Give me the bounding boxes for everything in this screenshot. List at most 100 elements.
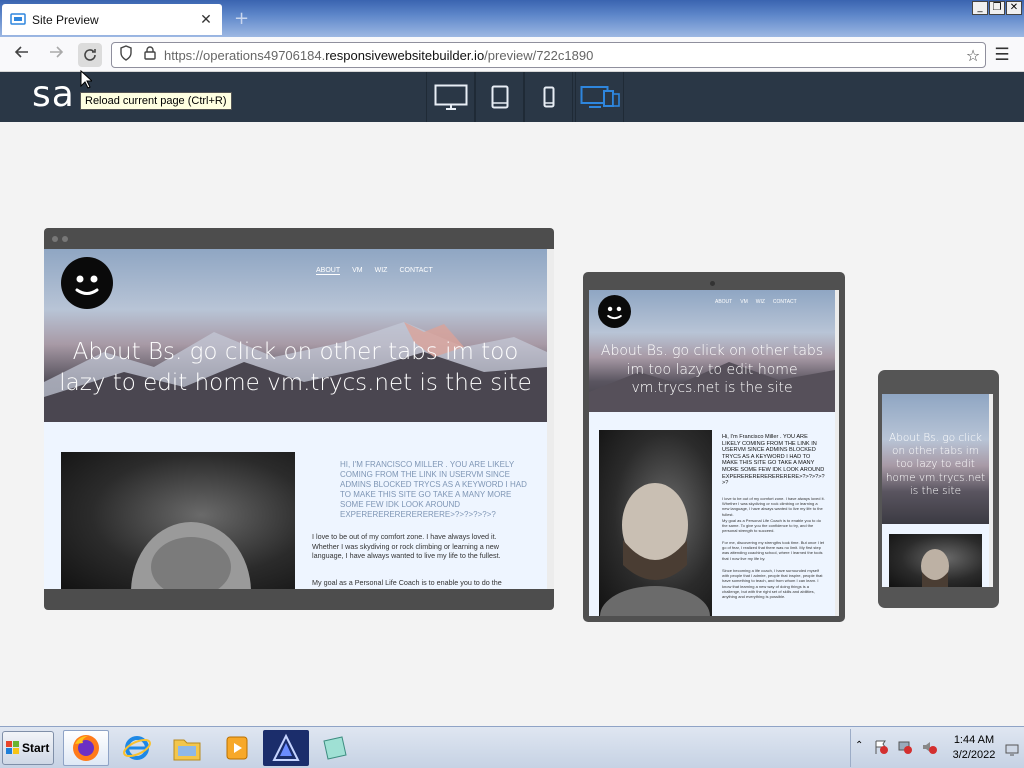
- network-icon[interactable]: [897, 739, 913, 759]
- tab-title: Site Preview: [32, 12, 99, 27]
- new-tab-icon[interactable]: +: [234, 8, 249, 29]
- url-text[interactable]: https://operations49706184.responsiveweb…: [164, 48, 961, 63]
- all-devices-icon: [580, 86, 620, 108]
- phone-site-hero: ​ About Bs. go click on other tabs im to…: [882, 394, 989, 524]
- phone-scrollbar[interactable]: [989, 394, 993, 587]
- tablet-device-frame: About VM Wiz Contact About Bs. go click …: [583, 272, 845, 622]
- site-nav-contact[interactable]: Contact: [399, 267, 432, 275]
- window-close-icon[interactable]: ✕: [1006, 1, 1022, 15]
- desktop-screen[interactable]: About VM Wiz Contact About Bs. go click …: [44, 249, 547, 589]
- paragraph-2: My goal as a Personal Life Coach is to e…: [312, 578, 502, 589]
- site-nav-vm[interactable]: VM: [352, 267, 363, 275]
- folder-icon: [173, 739, 201, 761]
- url-path: /preview/722c1890: [484, 47, 594, 63]
- url-domain: responsivewebsitebuilder.io: [325, 47, 485, 63]
- clock-time: 1:44 AM: [953, 734, 995, 746]
- hero-title: About Bs. go click on other tabs im too …: [885, 432, 986, 497]
- profile-photo: [889, 534, 982, 587]
- taskbar-file-explorer[interactable]: [164, 730, 210, 766]
- bookmark-star-icon[interactable]: ☆: [961, 46, 985, 65]
- window-dot: [62, 236, 68, 242]
- taskbar-firefox[interactable]: [63, 730, 109, 766]
- profile-photo: [61, 452, 295, 589]
- tablet-scrollbar[interactable]: [835, 290, 839, 616]
- desktop-icon: [434, 84, 467, 110]
- site-nav-vm[interactable]: VM: [740, 299, 748, 305]
- site-nav: About VM Wiz Contact: [316, 267, 433, 275]
- all-devices-view-button[interactable]: [575, 72, 624, 122]
- start-button[interactable]: Start: [2, 731, 54, 765]
- phone-hero-caption: ​: [882, 400, 989, 405]
- window-dot: [52, 236, 58, 242]
- url-prefix: https://operations49706184.: [164, 47, 326, 63]
- tablet-icon: [491, 85, 508, 109]
- phone-screen[interactable]: ​ About Bs. go click on other tabs im to…: [882, 394, 989, 587]
- close-tab-icon[interactable]: ✕: [198, 12, 214, 28]
- phone-content-section: [882, 524, 989, 587]
- smiley-logo-icon: [61, 257, 113, 309]
- reload-tooltip: Reload current page (Ctrl+R): [80, 92, 232, 110]
- address-bar[interactable]: https://operations49706184.responsiveweb…: [111, 42, 986, 68]
- restore-icon[interactable]: ❐: [989, 1, 1005, 15]
- mouse-cursor-icon: [80, 70, 92, 89]
- tablet-site-hero: About VM Wiz Contact About Bs. go click …: [589, 290, 835, 412]
- paragraph-2: My goal as a Personal Life Coach is to e…: [722, 518, 821, 534]
- forward-button[interactable]: [44, 43, 68, 67]
- show-desktop-icon[interactable]: [1005, 741, 1019, 760]
- clock-date: 3/2/2022: [952, 749, 996, 761]
- tablet-site-nav: About VM Wiz Contact: [715, 299, 797, 305]
- smiley-logo-icon: [598, 295, 631, 328]
- back-arrow-icon: [14, 46, 28, 58]
- firefox-icon: [73, 735, 99, 761]
- taskbar-internet-explorer[interactable]: [114, 730, 160, 766]
- hero-title: About Bs. go click on other tabs im too …: [600, 343, 824, 396]
- tablet-content-section: Hi, I'm Francisco Miller . YOU ARE LIKEL…: [589, 412, 835, 616]
- desktop-scrollbar[interactable]: [547, 249, 554, 589]
- media-player-icon: [226, 736, 248, 760]
- hero-title: About Bs. go click on other tabs im too …: [59, 339, 532, 396]
- tablet-screen[interactable]: About VM Wiz Contact About Bs. go click …: [589, 290, 835, 616]
- show-hidden-icons-chevron-icon[interactable]: ⌃: [855, 740, 863, 751]
- paragraph-4: Since becoming a life coach, I have surr…: [722, 568, 823, 600]
- intro-text: Hi, I'm Francisco Miller . YOU ARE LIKEL…: [340, 460, 527, 519]
- site-nav-wiz[interactable]: Wiz: [375, 267, 388, 275]
- lock-icon[interactable]: [140, 46, 160, 64]
- browser-tab[interactable]: Site Preview ✕: [2, 4, 222, 35]
- profile-photo: [599, 430, 712, 616]
- content-section: Hi, I'm Francisco Miller . YOU ARE LIKEL…: [44, 422, 547, 589]
- site-logo: sa: [32, 74, 75, 115]
- tablet-camera: [710, 281, 715, 286]
- back-button[interactable]: [10, 43, 34, 67]
- reload-icon: [84, 49, 96, 61]
- tablet-view-button[interactable]: [475, 72, 524, 122]
- site-nav-wiz[interactable]: Wiz: [756, 299, 765, 305]
- site-nav-contact[interactable]: Contact: [773, 299, 797, 305]
- taskbar-media-player[interactable]: [214, 730, 260, 766]
- site-hero: About VM Wiz Contact About Bs. go click …: [44, 249, 547, 422]
- paragraph-1: I love to be out of my comfort zone. I h…: [312, 532, 501, 560]
- forward-arrow-icon: [50, 46, 64, 58]
- browser-titlebar: Site Preview ✕ + _ ❐ ✕: [0, 0, 1024, 37]
- phone-view-button[interactable]: [524, 72, 573, 122]
- phone-device-frame: ​ About Bs. go click on other tabs im to…: [878, 370, 999, 608]
- paragraph-3: For me, discovering my strengths took ti…: [722, 540, 825, 561]
- taskbar-clock[interactable]: 1:44 AM 3/2/2022: [944, 733, 1004, 763]
- start-label: Start: [22, 741, 50, 755]
- site-nav-about[interactable]: About: [715, 299, 732, 305]
- notepad-icon: [323, 736, 347, 760]
- volume-muted-icon[interactable]: [921, 739, 937, 759]
- taskbar-app-a[interactable]: [263, 730, 309, 766]
- site-nav-about[interactable]: About: [316, 267, 341, 275]
- taskbar: Start ⌃ 1:44 AM 3/2/2022: [0, 726, 1024, 768]
- internet-explorer-icon: [123, 736, 151, 760]
- action-center-flag-icon[interactable]: [873, 739, 889, 759]
- windows-logo-icon: [6, 741, 19, 754]
- menu-hamburger-icon[interactable]: ☰: [990, 43, 1014, 67]
- shield-icon[interactable]: [116, 45, 136, 65]
- reload-button[interactable]: [78, 43, 102, 67]
- desktop-view-button[interactable]: [426, 72, 475, 122]
- triangle-app-icon: [272, 733, 300, 761]
- phone-icon: [543, 86, 554, 108]
- taskbar-notepad[interactable]: [312, 730, 358, 766]
- minimize-icon[interactable]: _: [972, 1, 988, 15]
